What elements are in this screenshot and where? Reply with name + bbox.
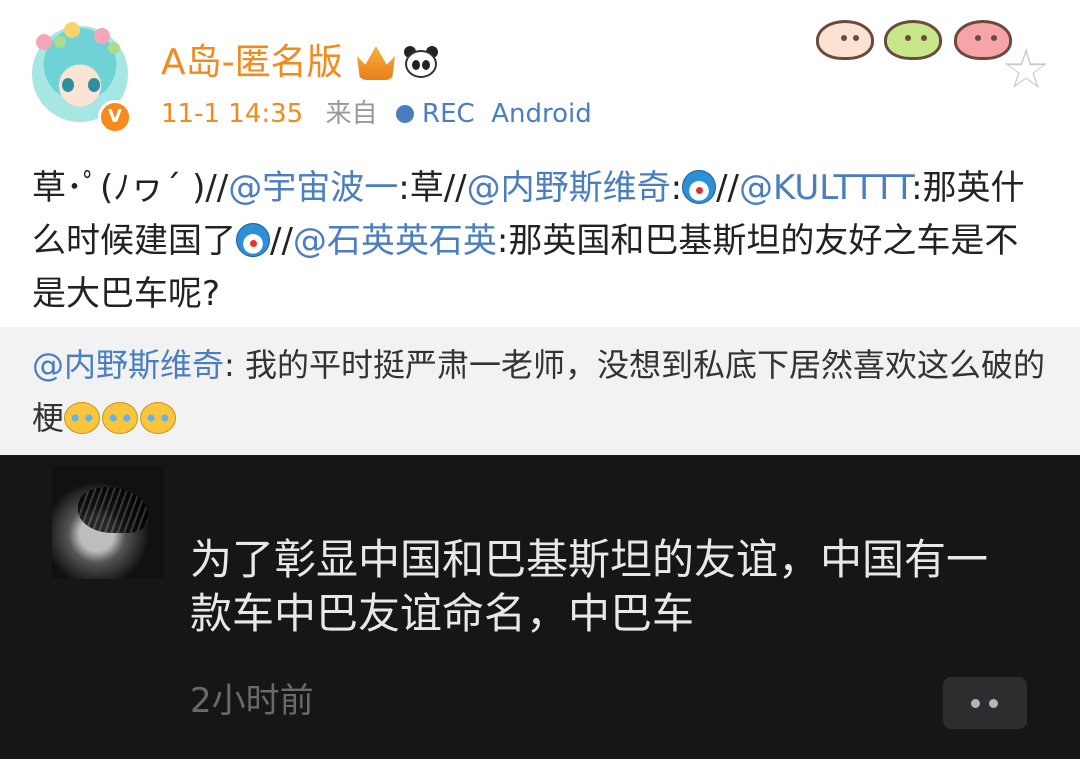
- mention-link[interactable]: @石英英石英: [293, 221, 497, 261]
- dot-icon: [971, 699, 980, 708]
- doraemon-emoji-icon: [236, 223, 270, 257]
- source-label[interactable]: REC Android: [422, 99, 592, 129]
- doraemon-emoji-icon: [682, 170, 717, 204]
- post-body: 草･ﾟ(ﾉヮ´ )//@宇宙波一:草//@内野斯维奇://@KULTTTT:那英…: [32, 162, 1052, 321]
- reply-card: 为了彰显中国和巴基斯坦的友谊，中国有一款车中巴友谊命名，中巴车 2小时前: [0, 455, 1080, 759]
- reply-text: 为了彰显中国和巴基斯坦的友谊，中国有一款车中巴友谊命名，中巴车: [190, 535, 989, 638]
- username[interactable]: A岛-匿名版: [161, 40, 343, 86]
- panda-icon[interactable]: [402, 46, 440, 80]
- reply-avatar[interactable]: [52, 467, 164, 579]
- sticker-pig-icon: [954, 20, 1012, 60]
- panda-eye: [412, 60, 420, 70]
- panda-eye: [422, 60, 430, 70]
- post-text-segment: :草//: [398, 168, 467, 208]
- post-time: 11-1 14:35: [161, 99, 304, 129]
- sticker-bunny-icon: [816, 20, 874, 60]
- flower-icon: [36, 34, 52, 50]
- post-text-segment: 草･ﾟ(ﾉヮ´ )//: [32, 168, 229, 208]
- mention-link[interactable]: @KULTTTT: [739, 168, 911, 208]
- post-meta: 11-1 14:35 来自 REC Android: [161, 96, 592, 132]
- dot-icon: [989, 699, 998, 708]
- crown-icon[interactable]: [357, 46, 395, 80]
- leaf-icon: [108, 42, 120, 54]
- mention-link[interactable]: @内野斯维奇: [32, 346, 224, 384]
- panda-face: [405, 50, 437, 78]
- post-header: V A岛-匿名版 11-1 14:35 来自 REC Android: [0, 0, 1080, 150]
- more-options-button[interactable]: [943, 677, 1027, 729]
- leaf-icon: [54, 36, 66, 48]
- quoted-comment[interactable]: @内野斯维奇: 我的平时挺严肃一老师，没想到私底下居然喜欢这么破的梗: [0, 327, 1080, 455]
- cry-emoji-group: [64, 399, 178, 437]
- crying-emoji-icon: [64, 402, 101, 434]
- crying-emoji-icon: [102, 402, 139, 434]
- source-dot-icon: [395, 105, 414, 123]
- avatar-eye: [62, 78, 74, 92]
- avatar-eye: [88, 78, 100, 92]
- crying-emoji-icon: [140, 402, 177, 434]
- mention-link[interactable]: @宇宙波一: [228, 168, 398, 208]
- mention-link[interactable]: @内野斯维奇: [467, 168, 671, 208]
- flower-icon: [94, 28, 110, 44]
- post-text-segment: :: [670, 168, 683, 208]
- sticker-group[interactable]: [816, 20, 1020, 64]
- verified-badge-icon: V: [98, 100, 132, 134]
- reply-timestamp: 2小时前: [190, 681, 314, 721]
- post-text-segment: //: [270, 221, 293, 261]
- flower-icon: [64, 22, 80, 38]
- quoted-comment-text: @内野斯维奇: 我的平时挺严肃一老师，没想到私底下居然喜欢这么破的梗: [32, 339, 1052, 445]
- sticker-frog-icon: [884, 20, 942, 60]
- post-text-segment: //: [716, 168, 740, 208]
- from-label: 来自: [325, 99, 378, 129]
